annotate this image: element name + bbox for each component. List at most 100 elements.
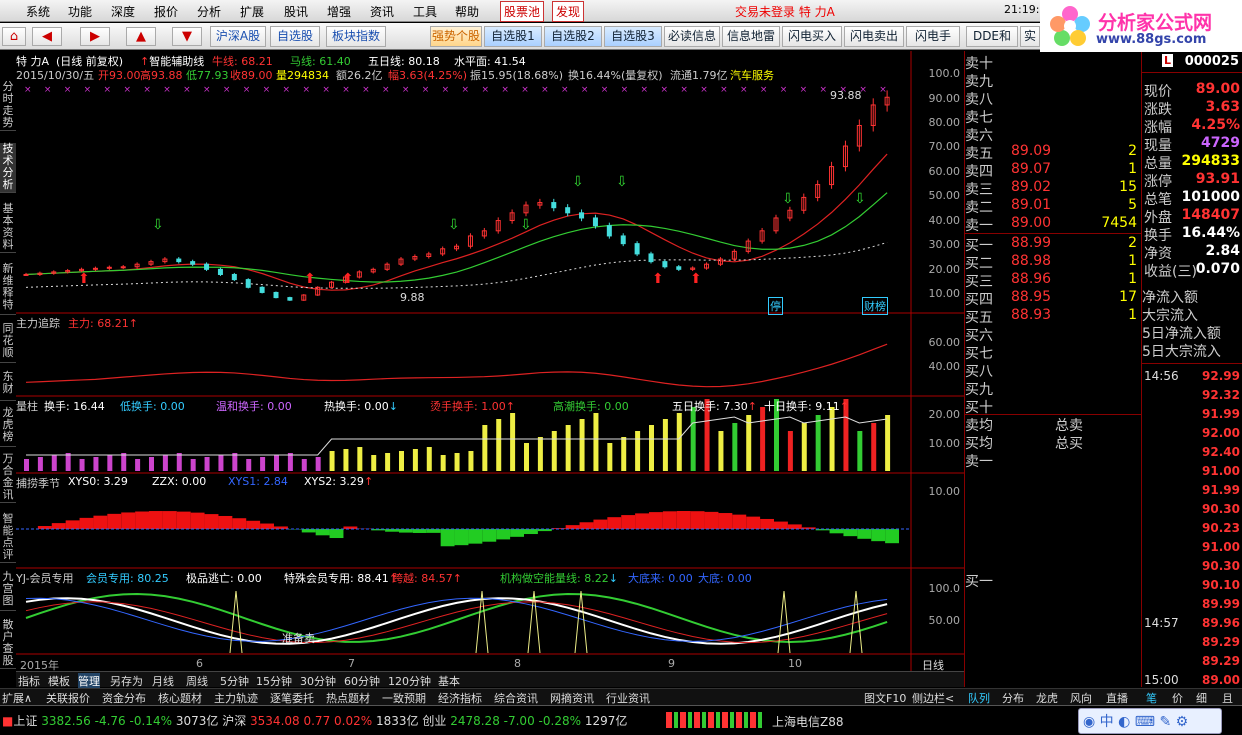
- menu-function[interactable]: 功能: [68, 3, 92, 20]
- book-row-sell[interactable]: 卖二 89.01 5: [965, 197, 1141, 216]
- bt-120min[interactable]: 120分钟: [388, 673, 431, 689]
- btn-strong-stocks[interactable]: 强势个股: [430, 26, 482, 47]
- bt2-wind[interactable]: 风向: [1070, 690, 1092, 706]
- book-row-buy[interactable]: 买五 88.93 1: [965, 307, 1141, 326]
- book-row-sell[interactable]: 卖五 89.09 2: [965, 143, 1141, 162]
- book-row-buy[interactable]: 买二 88.98 1: [965, 253, 1141, 272]
- btn-dde[interactable]: DDE和: [966, 26, 1018, 47]
- bt-30min[interactable]: 30分钟: [300, 673, 336, 689]
- vtab-fundamentals[interactable]: 基本资料: [0, 203, 16, 253]
- book-row-buy[interactable]: 买八: [965, 361, 1141, 380]
- btn-watchlist-3[interactable]: 自选股3: [604, 26, 662, 47]
- menu-info[interactable]: 资讯: [370, 3, 394, 20]
- bt2-extend[interactable]: 扩展∧: [2, 690, 32, 706]
- bt-manage[interactable]: 管理: [78, 673, 100, 689]
- flow-label[interactable]: 5日净流入额: [1142, 323, 1242, 342]
- arrow-up-icon[interactable]: ▲: [126, 27, 156, 46]
- bt2-live[interactable]: 直播: [1106, 690, 1128, 706]
- bt2-industry-news[interactable]: 行业资讯: [606, 690, 650, 706]
- badge-halt[interactable]: 停: [768, 297, 783, 315]
- index-ticker[interactable]: ■上证 3382.56 -4.76 -0.14% 3073亿 沪深 3534.0…: [2, 712, 627, 729]
- book-row-buy[interactable]: 买十: [965, 397, 1141, 416]
- bt2-sidebar[interactable]: 侧边栏<: [912, 690, 954, 706]
- vtab-nine-grid[interactable]: 九宫图: [0, 571, 16, 611]
- flow-label[interactable]: 净流入额: [1142, 287, 1242, 306]
- btn-watchlist-1[interactable]: 自选股1: [484, 26, 542, 47]
- book-row-buy[interactable]: 买四 88.95 17: [965, 289, 1141, 308]
- bt-indicator[interactable]: 指标: [18, 673, 40, 689]
- menu-discover[interactable]: 发现: [552, 1, 585, 22]
- vtab-xinwei[interactable]: 新维释特: [0, 263, 16, 315]
- bt2-hot-theme[interactable]: 热点题材: [326, 690, 370, 706]
- book-row-sell[interactable]: 卖一 89.00 7454: [965, 215, 1141, 234]
- menu-system[interactable]: 系统: [26, 3, 50, 20]
- ime-icon[interactable]: ◉ 中 ◐ ⌨ ✎ ⚙: [1083, 711, 1188, 731]
- btn-sector-index[interactable]: 板块指数: [326, 26, 386, 47]
- bt-basic[interactable]: 基本: [438, 673, 460, 689]
- bt-monthly[interactable]: 月线: [152, 673, 174, 689]
- book-row-buy[interactable]: 买九: [965, 379, 1141, 398]
- bt2-dragon[interactable]: 龙虎: [1036, 690, 1058, 706]
- stock-code[interactable]: 000025: [1185, 54, 1239, 69]
- menu-quote[interactable]: 报价: [154, 3, 178, 20]
- sell1-detail-label[interactable]: 卖一: [965, 451, 993, 471]
- btn-info-mine[interactable]: 信息地雷: [722, 26, 780, 47]
- vtab-smart-review[interactable]: 智能点评: [0, 513, 16, 563]
- menu-extend[interactable]: 扩展: [240, 3, 264, 20]
- bt2-consensus[interactable]: 一致预期: [382, 690, 426, 706]
- book-row-sell[interactable]: 卖三 89.02 15: [965, 179, 1141, 198]
- badge-finance-list[interactable]: 财榜: [862, 297, 888, 315]
- bt2-fund-dist[interactable]: 资金分布: [102, 690, 146, 706]
- btn-watchlist-2[interactable]: 自选股2: [544, 26, 602, 47]
- flow-label[interactable]: 大宗流入: [1142, 305, 1242, 324]
- bt-template[interactable]: 模板: [48, 673, 70, 689]
- kline-chart-area[interactable]: × × × × × × × × × × × × × × × × × × × × × × × × × × × × × × × × × × × × × × × ×…: [16, 51, 964, 672]
- bt2-distribution[interactable]: 分布: [1002, 690, 1024, 706]
- book-row-buy[interactable]: 买七: [965, 343, 1141, 362]
- book-row-sell[interactable]: 卖七: [965, 107, 1141, 126]
- book-row-sell[interactable]: 卖十: [965, 53, 1141, 72]
- bt2-main-track[interactable]: 主力轨迹: [214, 690, 258, 706]
- vtab-wanhe[interactable]: 万合金讯: [0, 453, 16, 503]
- bt2-queue[interactable]: 队列: [968, 690, 990, 706]
- book-row-sell[interactable]: 卖八: [965, 89, 1141, 108]
- bt2-f10[interactable]: 图文F10: [864, 690, 906, 706]
- bt2-related-quote[interactable]: 关联报价: [46, 690, 90, 706]
- btn-flash-sell[interactable]: 闪电卖出: [844, 26, 904, 47]
- bt2-economic[interactable]: 经济指标: [438, 690, 482, 706]
- bt2-tick-order[interactable]: 逐笔委托: [270, 690, 314, 706]
- bt-5min[interactable]: 5分钟: [220, 673, 249, 689]
- btn-flash-buy[interactable]: 闪电买入: [782, 26, 842, 47]
- bt2-core-theme[interactable]: 核心题材: [158, 690, 202, 706]
- book-row-sell[interactable]: 卖四 89.07 1: [965, 161, 1141, 180]
- bt-weekly[interactable]: 周线: [186, 673, 208, 689]
- book-row-buy[interactable]: 买六: [965, 325, 1141, 344]
- bt2-detail[interactable]: 细: [1196, 690, 1207, 706]
- book-row-buy[interactable]: 买三 88.96 1: [965, 271, 1141, 290]
- vtab-retail-check[interactable]: 散户查股: [0, 619, 16, 669]
- book-row-sell[interactable]: 卖六: [965, 125, 1141, 144]
- menu-enhance[interactable]: 增强: [327, 3, 351, 20]
- menu-news[interactable]: 股讯: [284, 3, 308, 20]
- arrow-right-icon[interactable]: ▶: [80, 27, 110, 46]
- menu-help[interactable]: 帮助: [455, 3, 479, 20]
- arrow-left-icon[interactable]: ◀: [32, 27, 62, 46]
- bt-15min[interactable]: 15分钟: [256, 673, 292, 689]
- bt2-more[interactable]: 且: [1222, 690, 1233, 706]
- vtab-eastmoney[interactable]: 东财: [0, 371, 16, 401]
- flow-label[interactable]: 5日大宗流入: [1142, 341, 1242, 360]
- btn-flash-hand[interactable]: 闪电手: [906, 26, 960, 47]
- btn-hs-a[interactable]: 沪深A股: [210, 26, 266, 47]
- menu-stock-pool[interactable]: 股票池: [500, 1, 545, 22]
- bt2-trade[interactable]: 笔: [1146, 690, 1157, 706]
- btn-more[interactable]: 实: [1020, 26, 1040, 47]
- bt-60min[interactable]: 60分钟: [344, 673, 380, 689]
- btn-watchlist[interactable]: 自选股: [270, 26, 320, 47]
- btn-must-read[interactable]: 必读信息: [664, 26, 720, 47]
- menu-tools[interactable]: 工具: [413, 3, 437, 20]
- menu-analysis[interactable]: 分析: [197, 3, 221, 20]
- book-row-buy[interactable]: 买一 88.99 2: [965, 235, 1141, 254]
- buy1-detail-label[interactable]: 买一: [965, 571, 993, 591]
- bt2-general-news[interactable]: 综合资讯: [494, 690, 538, 706]
- ime-toolbar[interactable]: ◉ 中 ◐ ⌨ ✎ ⚙: [1078, 708, 1222, 734]
